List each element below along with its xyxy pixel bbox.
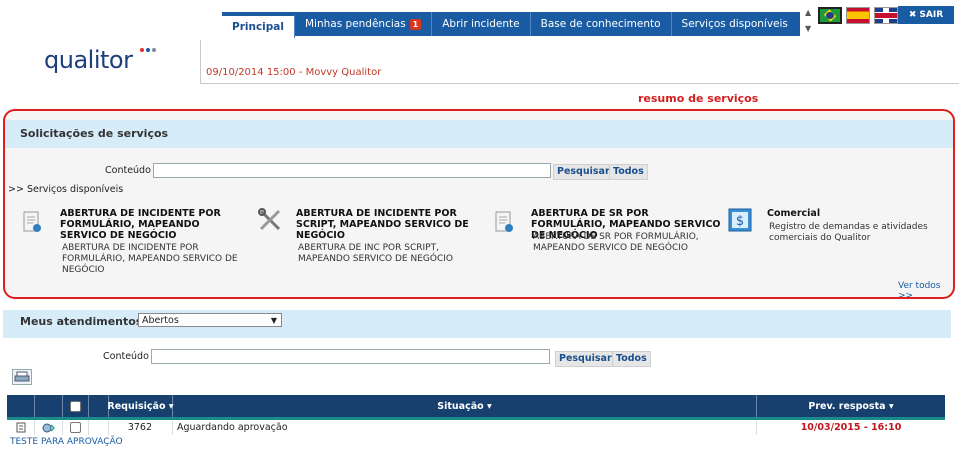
spain-flag-icon[interactable] bbox=[846, 7, 870, 24]
service-item[interactable]: $ bbox=[727, 207, 753, 236]
scroll-down-arrow-icon[interactable]: ▼ bbox=[805, 24, 811, 33]
services-title: Solicitações de serviços bbox=[20, 127, 169, 140]
service-title[interactable]: ABERTURA DE INCIDENTE POR SCRIPT, MAPEAN… bbox=[296, 208, 476, 241]
atendimentos-table: Requisição ▾ Situação ▾ Prev. resposta ▾… bbox=[7, 395, 945, 435]
service-description: ABERTURA DE SR POR FORMULÁRIO, MAPEANDO … bbox=[533, 232, 699, 253]
logout-label: SAIR bbox=[919, 10, 944, 20]
sort-down-icon: ▾ bbox=[486, 400, 492, 412]
tab-label: Principal bbox=[232, 21, 284, 33]
atendimentos-search-label: Conteúdo : bbox=[103, 351, 156, 362]
cell-requisicao[interactable]: 3762 bbox=[109, 420, 173, 435]
atendimentos-title: Meus atendimentos : bbox=[20, 315, 151, 328]
tab-label: Base de conhecimento bbox=[540, 18, 661, 30]
services-all-button[interactable]: Todos bbox=[609, 164, 648, 180]
atendimentos-filter-select[interactable]: Abertos ▼ bbox=[138, 313, 282, 327]
services-search-button[interactable]: Pesquisar bbox=[553, 164, 614, 180]
tab-minhas-pendencias[interactable]: Minhas pendências 1 bbox=[295, 12, 433, 36]
sort-down-icon: ▾ bbox=[888, 400, 894, 412]
tab-base-conhecimento[interactable]: Base de conhecimento bbox=[531, 12, 672, 36]
table-header: Requisição ▾ Situação ▾ Prev. resposta ▾ bbox=[7, 395, 945, 420]
logo-dots-icon bbox=[140, 44, 158, 55]
news-ticker[interactable]: 09/10/2014 15:00 - Movvy Qualitor bbox=[206, 67, 381, 78]
document-icon bbox=[16, 422, 25, 433]
tab-abrir-incidente[interactable]: Abrir incidente bbox=[432, 12, 531, 36]
header-label: Situação bbox=[437, 400, 484, 412]
approval-icon bbox=[42, 423, 55, 432]
service-title[interactable]: Comercial bbox=[767, 208, 927, 219]
row-spacer bbox=[89, 420, 109, 435]
services-summary-panel: Solicitações de serviços Conteúdo : Pesq… bbox=[3, 109, 955, 299]
select-all-checkbox[interactable] bbox=[70, 400, 81, 412]
header-requisicao[interactable]: Requisição ▾ bbox=[107, 395, 174, 417]
atendimentos-all-button[interactable]: Todos bbox=[612, 351, 651, 367]
atendimentos-search-button[interactable]: Pesquisar bbox=[555, 351, 616, 367]
available-services-link[interactable]: >> Serviços disponíveis bbox=[8, 184, 123, 195]
dollar-icon: $ bbox=[728, 208, 752, 232]
header-icon-col bbox=[89, 395, 109, 417]
dropdown-caret-icon: ▼ bbox=[270, 316, 277, 325]
services-search-label: Conteúdo : bbox=[105, 165, 158, 176]
row-select[interactable] bbox=[63, 420, 89, 435]
qualitor-logo: qualitor bbox=[44, 40, 164, 74]
header-situacao[interactable]: Situação ▾ bbox=[173, 395, 757, 417]
header-icon-col bbox=[35, 395, 63, 417]
header-prev-resposta[interactable]: Prev. resposta ▾ bbox=[757, 395, 945, 417]
header-select-all[interactable] bbox=[63, 395, 89, 417]
uk-flag-icon[interactable] bbox=[874, 7, 898, 24]
tools-icon bbox=[258, 208, 281, 231]
filter-selected-value: Abertos bbox=[142, 315, 179, 326]
atendimentos-search-input[interactable] bbox=[151, 349, 550, 364]
tab-principal[interactable]: Principal bbox=[222, 14, 295, 38]
row-approval-icon[interactable] bbox=[35, 420, 63, 435]
printer-icon bbox=[14, 371, 30, 382]
pending-count-badge: 1 bbox=[409, 18, 422, 30]
ticket-subject-link[interactable]: TESTE PARA APROVAÇÃO bbox=[10, 437, 123, 447]
svg-text:$: $ bbox=[736, 214, 744, 229]
form-icon bbox=[495, 211, 513, 232]
scroll-up-arrow-icon[interactable]: ▲ bbox=[805, 8, 811, 17]
logo-text: qualitor bbox=[44, 46, 133, 74]
exit-icon: ✖ bbox=[908, 10, 917, 20]
annotation-label: resumo de serviços bbox=[638, 92, 759, 105]
service-item[interactable] bbox=[257, 207, 283, 236]
service-description: Registro de demandas e atividades comerc… bbox=[769, 222, 928, 243]
see-all-link[interactable]: Ver todos >> bbox=[898, 281, 953, 297]
header-label: Prev. resposta bbox=[808, 400, 886, 412]
print-icon[interactable] bbox=[12, 369, 32, 385]
tab-label: Serviços disponíveis bbox=[681, 18, 788, 30]
service-title[interactable]: ABERTURA DE INCIDENTE POR FORMULÁRIO, MA… bbox=[60, 208, 240, 241]
tab-label: Abrir incidente bbox=[442, 18, 520, 30]
language-flags bbox=[818, 7, 898, 24]
form-icon bbox=[23, 211, 41, 232]
brazil-flag-icon[interactable] bbox=[818, 7, 842, 24]
service-item[interactable] bbox=[491, 209, 517, 238]
tab-servicos-disponiveis[interactable]: Serviços disponíveis bbox=[672, 12, 798, 36]
cell-situacao: Aguardando aprovação bbox=[173, 420, 757, 435]
row-detail-icon[interactable] bbox=[7, 420, 35, 435]
header-icon-col bbox=[7, 395, 35, 417]
service-description: ABERTURA DE INCIDENTE POR FORMULÁRIO, MA… bbox=[62, 243, 238, 275]
logout-button[interactable]: ✖ SAIR bbox=[898, 6, 954, 24]
cell-prev-resposta: 10/03/2015 - 16:10 bbox=[800, 422, 902, 433]
row-checkbox[interactable] bbox=[70, 422, 81, 433]
top-navigation: Principal Minhas pendências 1 Abrir incid… bbox=[222, 12, 800, 38]
table-row[interactable]: 3762 Aguardando aprovação 10/03/2015 - 1… bbox=[7, 420, 945, 435]
tab-label: Minhas pendências bbox=[304, 18, 406, 30]
service-description: ABERTURA DE INC POR SCRIPT, MAPEANDO SER… bbox=[298, 243, 453, 264]
services-search-input[interactable] bbox=[153, 163, 551, 178]
header-label: Requisição bbox=[107, 400, 166, 412]
